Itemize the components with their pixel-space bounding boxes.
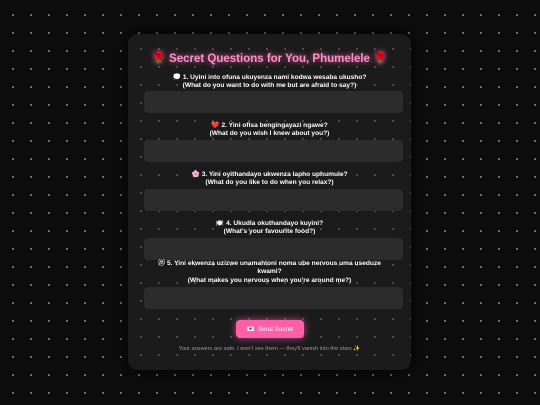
- send-secret-button[interactable]: 💌 Send Secret: [236, 320, 304, 338]
- answer-3-input[interactable]: [144, 189, 403, 211]
- thought-bubble-icon: 💭: [172, 74, 181, 81]
- plate-icon: 🍽️: [215, 220, 225, 227]
- answer-5-input[interactable]: [144, 287, 403, 309]
- answer-4-input[interactable]: [144, 238, 403, 260]
- privacy-note: Your answers are safe. I won't see them …: [178, 346, 361, 352]
- question-5-label: 😻 5. Yini ekwenza uzizwe unamahloni noma …: [158, 260, 381, 284]
- answer-2-input[interactable]: [144, 140, 403, 162]
- page-title: 🌹 Secret Questions for You, Phumelele 🌹: [151, 53, 388, 65]
- question-3-label: 🌸 3. Yini oyithandayo ukwenza lapho uphum…: [191, 171, 348, 187]
- question-1-label: 💭 1. Uyini into ofuna ukuyenza nami kodwa…: [172, 74, 367, 90]
- heart-icon: ❤️: [211, 122, 220, 129]
- send-secret-label: Send Secret: [257, 325, 294, 333]
- question-4-label: 🍽️ 4. Ukudla okuthandayo kuyini? (What's …: [215, 220, 324, 236]
- love-letter-icon: 💌: [246, 326, 255, 333]
- cat-face-icon: 😻: [158, 260, 165, 267]
- blossom-icon: 🌸: [191, 171, 200, 178]
- questions-card: 🌹 Secret Questions for You, Phumelele 🌹 …: [128, 34, 411, 370]
- question-2-label: ❤️ 2. Yini ofisa bengingayazi ngawe? (Wha…: [209, 122, 330, 138]
- answer-1-input[interactable]: [144, 91, 403, 113]
